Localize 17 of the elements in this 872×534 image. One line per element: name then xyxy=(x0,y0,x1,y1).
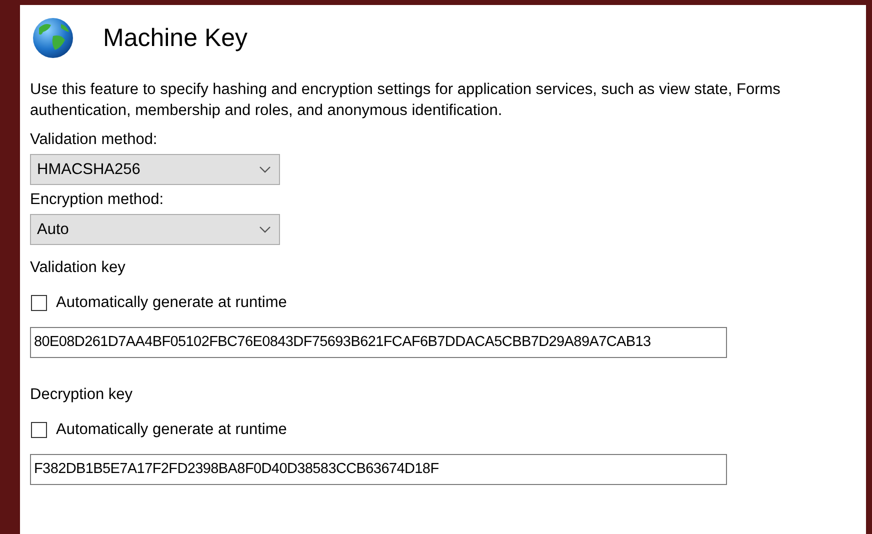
key-input-field[interactable]: 80E08D261D7AA4BF05102FBC76E0843DF75693B621FCAF6B7DDACA5CBB7D29A89A7CAB13 xyxy=(30,327,727,358)
chevron-down-icon xyxy=(259,226,271,233)
method-dropdown[interactable]: Auto xyxy=(30,214,280,245)
key-input-field[interactable]: F382DB1B5E7A17F2FD2398BA8F0D40D38583CCB63674D18F xyxy=(30,454,727,485)
chevron-down-icon xyxy=(259,166,271,173)
feature-description: Use this feature to specify hashing and encryption settings for application services, such as view state, Forms authentication, membership and roles, and anonymous identification. xyxy=(30,80,782,121)
checkbox[interactable] xyxy=(31,294,47,310)
globe-icon xyxy=(31,16,75,60)
checkbox-label[interactable]: Automatically generate at runtime xyxy=(56,292,287,313)
field-label: Validation method: xyxy=(30,130,158,150)
checkbox-label[interactable]: Automatically generate at runtime xyxy=(56,419,287,440)
page-title: Machine Key xyxy=(103,26,248,50)
field-label: Encryption method: xyxy=(30,190,165,210)
field-label: Decryption key xyxy=(30,385,134,405)
field-label: Validation key xyxy=(30,258,126,278)
method-dropdown[interactable]: HMACSHA256 xyxy=(30,154,280,185)
checkbox[interactable] xyxy=(31,422,47,438)
